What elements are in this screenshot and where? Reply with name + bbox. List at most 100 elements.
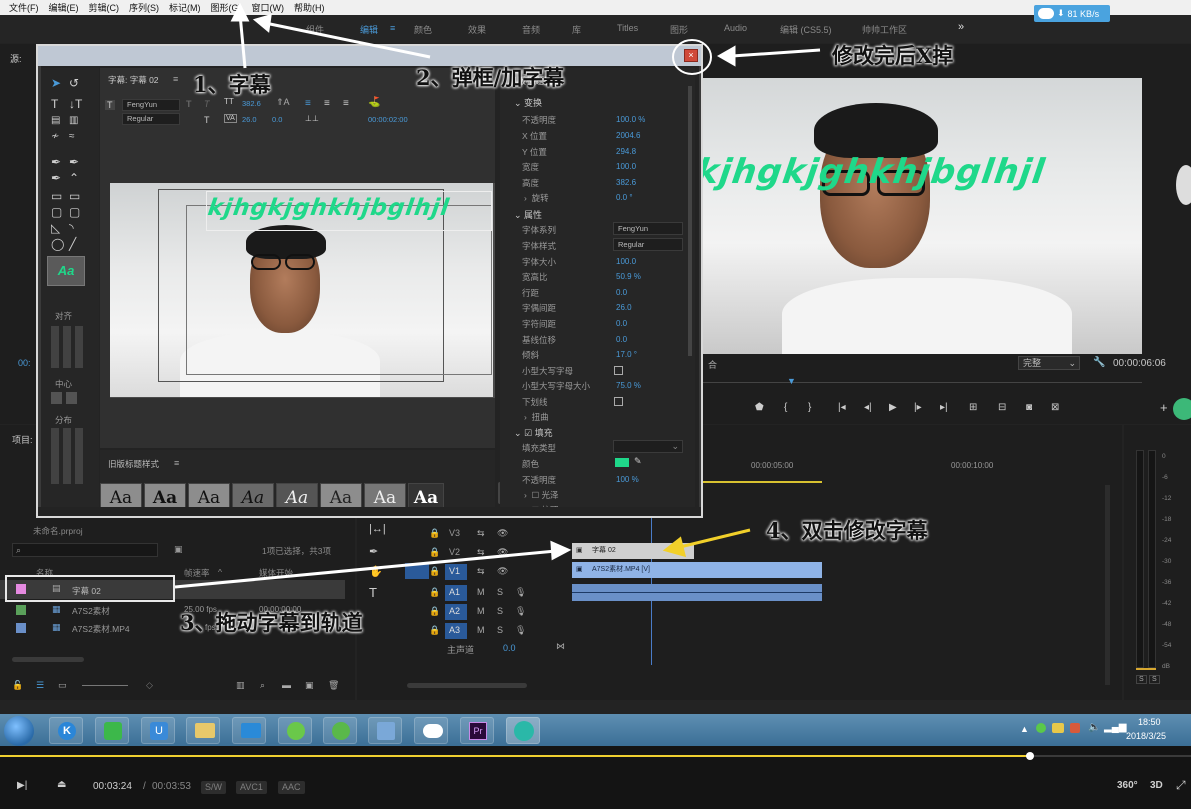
- lock-icon[interactable]: 🔒: [429, 587, 440, 598]
- font-size-value[interactable]: 382.6: [242, 99, 261, 108]
- workspace-audio-en[interactable]: Audio: [724, 23, 747, 33]
- mute-button[interactable]: M: [477, 606, 485, 616]
- taskbar-app-cloud[interactable]: [414, 717, 448, 744]
- title-clip[interactable]: ▣ 字幕 02: [572, 543, 694, 559]
- lock-icon[interactable]: 🔒: [429, 625, 440, 636]
- volume-icon[interactable]: 🔈: [1088, 722, 1100, 733]
- track-header-v3[interactable]: 🔒 V3 ⇆ 👁: [399, 526, 569, 542]
- fill-checkbox-icon[interactable]: ☑: [524, 428, 535, 438]
- prop-value[interactable]: 382.6: [616, 178, 636, 187]
- new-title-icon[interactable]: T: [105, 100, 115, 110]
- prop-value[interactable]: 26.0: [616, 303, 632, 312]
- transform-section[interactable]: ⌄ 变换: [514, 96, 542, 109]
- workspace-overflow-icon[interactable]: »: [958, 21, 964, 33]
- underline-icon[interactable]: T: [204, 115, 210, 125]
- icon-view-icon[interactable]: ▭: [58, 680, 67, 691]
- background-video-icon[interactable]: ⛳: [368, 97, 380, 108]
- master-value[interactable]: 0.0: [503, 643, 516, 653]
- start-button[interactable]: [4, 716, 34, 746]
- step-forward-icon[interactable]: |▸: [914, 402, 922, 413]
- taskbar-premiere[interactable]: Pr: [460, 717, 494, 744]
- tray-security-icon[interactable]: [1070, 723, 1080, 733]
- menu-graphics[interactable]: 图形(G): [206, 1, 247, 14]
- path-text-tool-icon[interactable]: ≁: [51, 131, 59, 143]
- lock-icon[interactable]: 🔓: [12, 680, 23, 691]
- tray-folder-icon[interactable]: [1052, 723, 1064, 733]
- meter-solo-right[interactable]: S: [1149, 675, 1160, 684]
- sort-icon[interactable]: ◇: [146, 680, 153, 691]
- pen-tool-icon[interactable]: ✒: [51, 156, 61, 168]
- fullscreen-icon[interactable]: ⤢: [1176, 778, 1186, 793]
- pen-tool-icon[interactable]: ✒: [369, 545, 378, 558]
- align-buttons[interactable]: [51, 326, 87, 368]
- player-360-button[interactable]: 360°: [1117, 780, 1138, 791]
- menu-help[interactable]: 帮助(H): [289, 1, 330, 14]
- title-preview-image[interactable]: kjhgkjghkhjbglhjl: [110, 183, 493, 397]
- small-caps-checkbox[interactable]: [614, 366, 623, 375]
- workspace-libraries[interactable]: 库: [572, 23, 581, 36]
- tray-app-icon[interactable]: [1036, 723, 1046, 733]
- clipped-rect-icon[interactable]: ▭: [69, 190, 80, 202]
- distort-row[interactable]: › 扭曲: [524, 411, 549, 423]
- fill-color-swatch[interactable]: [615, 458, 629, 467]
- sync-icon[interactable]: ⇆: [477, 528, 485, 539]
- underline-checkbox[interactable]: [614, 397, 623, 406]
- vertical-text-tool-icon[interactable]: ↓T: [69, 98, 82, 110]
- new-bin-icon[interactable]: ▣: [174, 544, 183, 555]
- player-progress-knob[interactable]: [1026, 752, 1035, 760]
- program-quality-select[interactable]: 完整 ⌄: [1018, 356, 1080, 370]
- workspace-audio[interactable]: 音频: [522, 23, 540, 36]
- rounded-rect-icon[interactable]: ▢: [51, 206, 62, 218]
- timeline-vscroll[interactable]: [1105, 485, 1110, 685]
- prop-value[interactable]: 100.0: [616, 257, 636, 266]
- delete-anchor-icon[interactable]: ✒: [69, 156, 79, 168]
- add-marker-icon[interactable]: ⬟: [755, 402, 764, 413]
- tab-menu-icon[interactable]: ≡: [173, 74, 178, 84]
- zoom-slider[interactable]: [82, 685, 128, 686]
- floating-badge[interactable]: [1173, 398, 1191, 420]
- align-center-icon[interactable]: ≡: [324, 98, 330, 109]
- workspace-graphics[interactable]: 图形: [670, 23, 688, 36]
- menu-sequence[interactable]: 序列(S): [124, 1, 164, 14]
- tab-stops-icon[interactable]: ⊥⊥: [305, 114, 319, 123]
- prop-value[interactable]: 0.0: [616, 288, 627, 297]
- taskbar-app-frog[interactable]: [323, 717, 357, 744]
- track-header-v2[interactable]: 🔒 V2 ⇆ 👁: [399, 545, 569, 561]
- network-icon[interactable]: ▂▄▆: [1104, 722, 1126, 733]
- project-tab[interactable]: 项目:: [12, 433, 33, 446]
- solo-button[interactable]: S: [497, 625, 503, 635]
- taskbar-app-green[interactable]: [95, 717, 129, 744]
- program-fit[interactable]: 合: [708, 358, 717, 371]
- checkbox-icon[interactable]: ☐: [532, 490, 542, 500]
- prop-font-style-select[interactable]: Regular: [613, 238, 683, 251]
- taskbar-app-k[interactable]: K: [49, 717, 83, 744]
- project-scrollbar[interactable]: [12, 657, 84, 662]
- wrench-icon[interactable]: 🔧: [1093, 357, 1105, 368]
- prop-value[interactable]: 0.0 °: [616, 193, 633, 202]
- program-playhead-icon[interactable]: ▼: [787, 376, 796, 386]
- track-header-v1[interactable]: 🔒 V1 ⇆ 👁: [399, 564, 569, 580]
- master-nav-icon[interactable]: ⋈: [556, 641, 565, 652]
- fill-section[interactable]: ⌄ ☑ 填充: [514, 426, 553, 439]
- source-timecode[interactable]: 00:: [18, 358, 31, 368]
- wedge-tool-icon[interactable]: ◺: [51, 222, 60, 234]
- title-timecode[interactable]: 00:00:02:00: [368, 115, 408, 124]
- dialog-titlebar[interactable]: [38, 46, 701, 66]
- play-pause-icon[interactable]: ▶|: [17, 780, 27, 791]
- taskbar-app-active[interactable]: [506, 717, 540, 744]
- add-button-icon[interactable]: +: [1160, 400, 1168, 415]
- solo-button[interactable]: S: [497, 606, 503, 616]
- workspace-editing[interactable]: 编辑: [360, 23, 378, 36]
- center-buttons[interactable]: [51, 392, 81, 404]
- extract-icon[interactable]: ⊟: [998, 402, 1006, 413]
- project-search-input[interactable]: ⌕: [12, 543, 158, 557]
- taskbar-explorer[interactable]: [186, 717, 220, 744]
- meter-solo-left[interactable]: S: [1136, 675, 1147, 684]
- hand-tool-icon[interactable]: ✋: [369, 565, 383, 578]
- go-to-in-icon[interactable]: |◂: [838, 402, 846, 413]
- project-col-fps[interactable]: 帧速率: [184, 567, 210, 579]
- distribute-buttons[interactable]: [51, 428, 87, 484]
- clock-date[interactable]: 2018/3/25: [1126, 731, 1166, 741]
- eye-icon[interactable]: 👁: [497, 547, 508, 558]
- lock-icon[interactable]: 🔒: [429, 566, 440, 577]
